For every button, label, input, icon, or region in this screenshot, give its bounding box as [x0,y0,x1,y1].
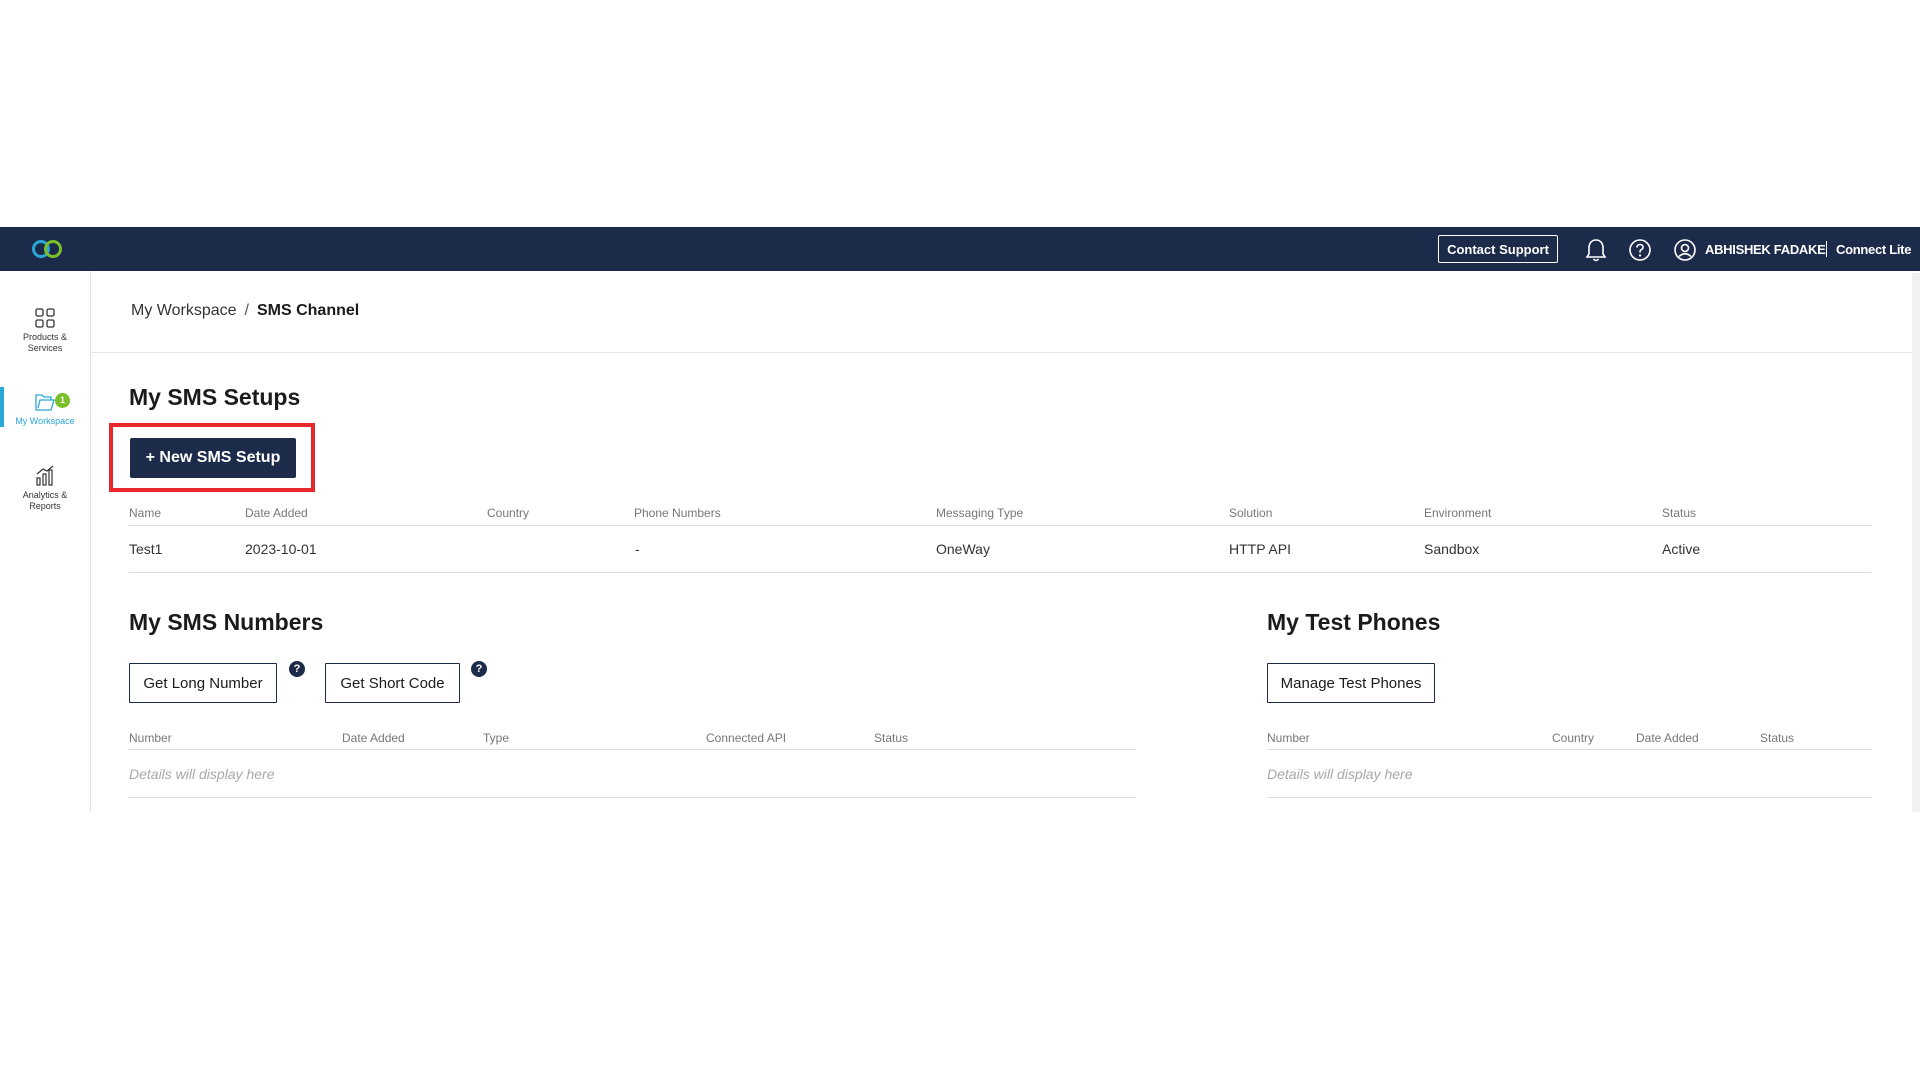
help-icon[interactable]: ? [471,661,487,677]
breadcrumb-current: SMS Channel [256,302,360,319]
get-short-code-button[interactable]: Get Short Code [325,663,460,703]
column-header: Number [129,731,172,745]
table-divider [129,525,1871,526]
table-divider [129,749,1136,750]
product-name[interactable]: Connect Lite [1836,242,1911,257]
sidebar-item-analytics-reports[interactable]: Analytics & Reports [0,465,90,512]
help-circle-icon[interactable] [1628,238,1652,262]
manage-test-phones-button[interactable]: Manage Test Phones [1267,663,1435,703]
table-divider [1267,797,1871,798]
column-header: Name [129,506,162,520]
sms-setups-title: My SMS Setups [129,384,301,410]
top-bar: Contact Support ABHISHEK FADAKE Connect … [0,227,1920,271]
column-header: Environment [1424,506,1492,520]
breadcrumb-separator: / [244,302,249,319]
cell-phone-numbers: - [635,541,640,557]
cell-environment: Sandbox [1424,541,1480,557]
highlight-box [109,423,315,492]
bar-chart-icon [36,465,54,486]
column-header: Number [1267,731,1310,745]
column-header: Solution [1229,506,1273,520]
column-header: Date Added [245,506,308,520]
cell-date-added: 2023-10-01 [245,541,317,557]
sidebar-item-products-services[interactable]: Products & Services [0,307,90,354]
column-header: Connected API [706,731,787,745]
column-header: Status [874,731,909,745]
cell-solution: HTTP API [1229,541,1291,557]
app-window: Contact Support ABHISHEK FADAKE Connect … [0,227,1920,812]
column-header: Date Added [342,731,405,745]
column-header: Type [483,731,510,745]
empty-state-text: Details will display here [129,766,275,782]
column-header: Country [1552,731,1595,745]
test-phones-title: My Test Phones [1267,609,1441,635]
column-header: Messaging Type [936,506,1024,520]
vertical-scrollbar[interactable] [1912,273,1920,812]
sms-numbers-title: My SMS Numbers [129,609,324,635]
table-divider [129,797,1136,798]
bell-icon[interactable] [1584,237,1608,263]
divider [90,352,1920,353]
sidebar-item-my-workspace[interactable]: 1 My Workspace [0,391,90,427]
column-header: Status [1662,506,1697,520]
table-divider [1267,749,1871,750]
topbar-divider [1826,241,1827,257]
cell-messaging-type: OneWay [936,541,990,557]
table-divider [129,572,1871,573]
column-header: Status [1760,731,1795,745]
left-sidebar: Products & Services 1 My Workspace Analy… [0,271,91,812]
grid-icon [35,308,55,328]
folder-icon [35,394,55,411]
help-icon[interactable]: ? [289,661,305,677]
empty-state-text: Details will display here [1267,766,1413,782]
sidebar-item-label: Services [27,343,63,353]
get-long-number-button[interactable]: Get Long Number [129,663,277,703]
breadcrumb-parent[interactable]: My Workspace [131,302,237,319]
notification-badge: 1 [55,393,70,408]
column-header: Phone Numbers [634,506,721,520]
cell-name[interactable]: Test1 [129,541,162,557]
connect-logo-icon[interactable] [30,239,64,259]
sidebar-item-label: Reports [29,501,61,511]
sidebar-item-label: Analytics & [22,490,68,500]
column-header: Date Added [1636,731,1699,745]
user-avatar-icon[interactable] [1673,238,1697,262]
username[interactable]: ABHISHEK FADAKE [1705,242,1826,257]
sidebar-item-label: Products & [22,332,68,342]
cell-status: Active [1662,541,1701,557]
contact-support-button[interactable]: Contact Support [1438,235,1558,263]
breadcrumb: My Workspace / SMS Channel [131,302,359,320]
sidebar-item-label: My Workspace [15,416,75,426]
column-header: Country [487,506,530,520]
